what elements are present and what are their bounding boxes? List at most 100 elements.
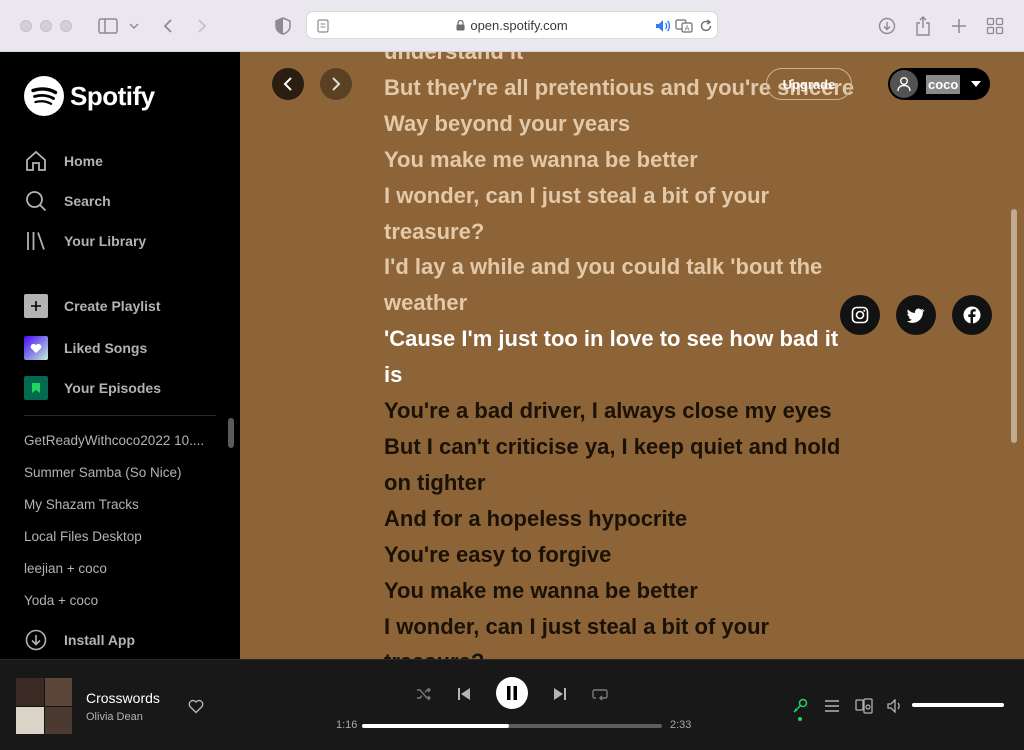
lyrics-view: understand it But they're all pretentiou… [240, 52, 1024, 659]
lyric-line-current[interactable]: is [384, 357, 876, 393]
sidebar-scrollbar[interactable] [228, 418, 234, 448]
browser-toolbar: open.spotify.com A [0, 0, 1024, 52]
install-app-button[interactable]: Install App [24, 628, 135, 652]
spotify-logo[interactable]: Spotify [24, 76, 155, 116]
download-circle-icon [24, 628, 48, 652]
volume-fill [912, 703, 1004, 707]
lyric-line[interactable]: I'd lay a while and you could talk 'bout… [384, 249, 876, 285]
volume-slider[interactable] [912, 703, 1004, 707]
lyric-line[interactable]: treasure? [384, 214, 876, 250]
nav-home-label: Home [64, 153, 103, 169]
downloads-icon[interactable] [876, 14, 898, 38]
playlist-item[interactable]: Local Files Desktop [24, 529, 216, 544]
browser-forward-icon[interactable] [192, 14, 212, 38]
translate-icon[interactable]: A [675, 19, 693, 33]
playlist-item[interactable]: leejian + coco [24, 561, 216, 576]
previous-button[interactable] [454, 684, 474, 704]
svg-text:A: A [685, 25, 690, 33]
sidebar-divider [24, 415, 216, 416]
your-episodes-button[interactable]: Your Episodes [24, 376, 161, 400]
new-tab-icon[interactable] [948, 14, 970, 38]
lyric-line[interactable]: But I can't criticise ya, I keep quiet a… [384, 429, 876, 465]
microphone-icon [793, 698, 808, 713]
progress-bar[interactable] [362, 724, 662, 728]
like-button[interactable] [186, 696, 206, 716]
chevron-right-icon [332, 77, 341, 91]
reload-icon[interactable] [699, 19, 713, 33]
queue-button[interactable] [822, 696, 842, 716]
heart-outline-icon [188, 699, 204, 713]
lyric-line[interactable]: You're easy to forgive [384, 537, 876, 573]
duration-time: 2:33 [670, 719, 692, 731]
playlist-item[interactable]: Summer Samba (So Nice) [24, 465, 216, 480]
queue-icon [825, 700, 839, 712]
privacy-shield-icon[interactable] [272, 14, 294, 38]
user-menu-button[interactable]: coco [888, 68, 990, 100]
share-icon[interactable] [912, 14, 934, 38]
twitter-icon [907, 308, 925, 323]
bookmark-icon [24, 376, 48, 400]
playlist-item[interactable]: Yoda + coco [24, 593, 216, 608]
your-episodes-label: Your Episodes [64, 380, 161, 396]
lyric-line[interactable]: You're a bad driver, I always close my e… [384, 393, 876, 429]
liked-songs-button[interactable]: Liked Songs [24, 336, 147, 360]
spotify-wordmark: Spotify [70, 80, 155, 111]
nav-search[interactable]: Search [24, 189, 111, 213]
elapsed-time: 1:16 [336, 719, 358, 731]
heart-icon [24, 336, 48, 360]
skip-forward-icon [554, 688, 566, 700]
playlist-item[interactable]: My Shazam Tracks [24, 497, 216, 512]
lyric-line-current[interactable]: 'Cause I'm just too in love to see how b… [384, 321, 876, 357]
lyric-line[interactable]: on tighter [384, 465, 876, 501]
chevron-down-icon[interactable] [126, 14, 142, 38]
library-icon [24, 229, 48, 253]
instagram-share-button[interactable] [840, 295, 880, 335]
nav-home[interactable]: Home [24, 149, 103, 173]
nav-your-library[interactable]: Your Library [24, 229, 146, 253]
sidebar-toggle-icon[interactable] [96, 14, 120, 38]
close-window-button[interactable] [20, 20, 32, 32]
twitter-share-button[interactable] [896, 295, 936, 335]
lyric-line[interactable]: You make me wanna be better [384, 573, 876, 609]
lyric-line[interactable]: You make me wanna be better [384, 142, 876, 178]
create-playlist-button[interactable]: Create Playlist [24, 294, 161, 318]
speaker-audio-icon[interactable] [655, 19, 671, 33]
browser-back-icon[interactable] [158, 14, 178, 38]
address-bar[interactable]: open.spotify.com A [306, 11, 718, 39]
shuffle-button[interactable] [414, 684, 434, 704]
track-title[interactable]: Crosswords [86, 690, 160, 706]
install-app-label: Install App [64, 632, 136, 648]
history-forward-button[interactable] [320, 68, 352, 100]
facebook-share-button[interactable] [952, 295, 992, 335]
minimize-window-button[interactable] [40, 20, 52, 32]
repeat-button[interactable] [590, 684, 610, 704]
lyric-line[interactable]: Way beyond your years [384, 106, 876, 142]
mute-button[interactable] [886, 696, 906, 716]
lyric-line[interactable]: And for a hopeless hypocrite [384, 501, 876, 537]
lyrics-button[interactable] [790, 696, 810, 716]
repeat-icon [592, 689, 608, 701]
lyric-line[interactable]: treasure? [384, 644, 876, 659]
playlist-item[interactable]: GetReadyWithcoco2022 10.... [24, 433, 216, 448]
next-button[interactable] [550, 684, 570, 704]
zoom-window-button[interactable] [60, 20, 72, 32]
shuffle-icon [417, 687, 431, 701]
liked-songs-label: Liked Songs [64, 340, 148, 356]
history-back-button[interactable] [272, 68, 304, 100]
username: coco [926, 74, 961, 94]
album-cover[interactable] [16, 678, 72, 734]
tab-overview-icon[interactable] [984, 14, 1006, 38]
lyric-line[interactable]: I wonder, can I just steal a bit of your [384, 178, 876, 214]
sidebar: Spotify Home Search Your Library Create … [0, 52, 240, 659]
lyric-line[interactable]: weather [384, 285, 876, 321]
nav-your-library-label: Your Library [64, 233, 147, 249]
upgrade-button[interactable]: Upgrade [766, 68, 852, 100]
track-artist[interactable]: Olivia Dean [86, 711, 143, 723]
pause-button[interactable] [496, 677, 528, 709]
chevron-left-icon [283, 77, 292, 91]
connect-device-button[interactable] [854, 696, 874, 716]
lyric-line[interactable]: I wonder, can I just steal a bit of your [384, 609, 876, 645]
devices-icon [855, 698, 873, 714]
spotify-logo-icon [24, 76, 64, 116]
lyrics-scrollbar[interactable] [1011, 209, 1017, 443]
